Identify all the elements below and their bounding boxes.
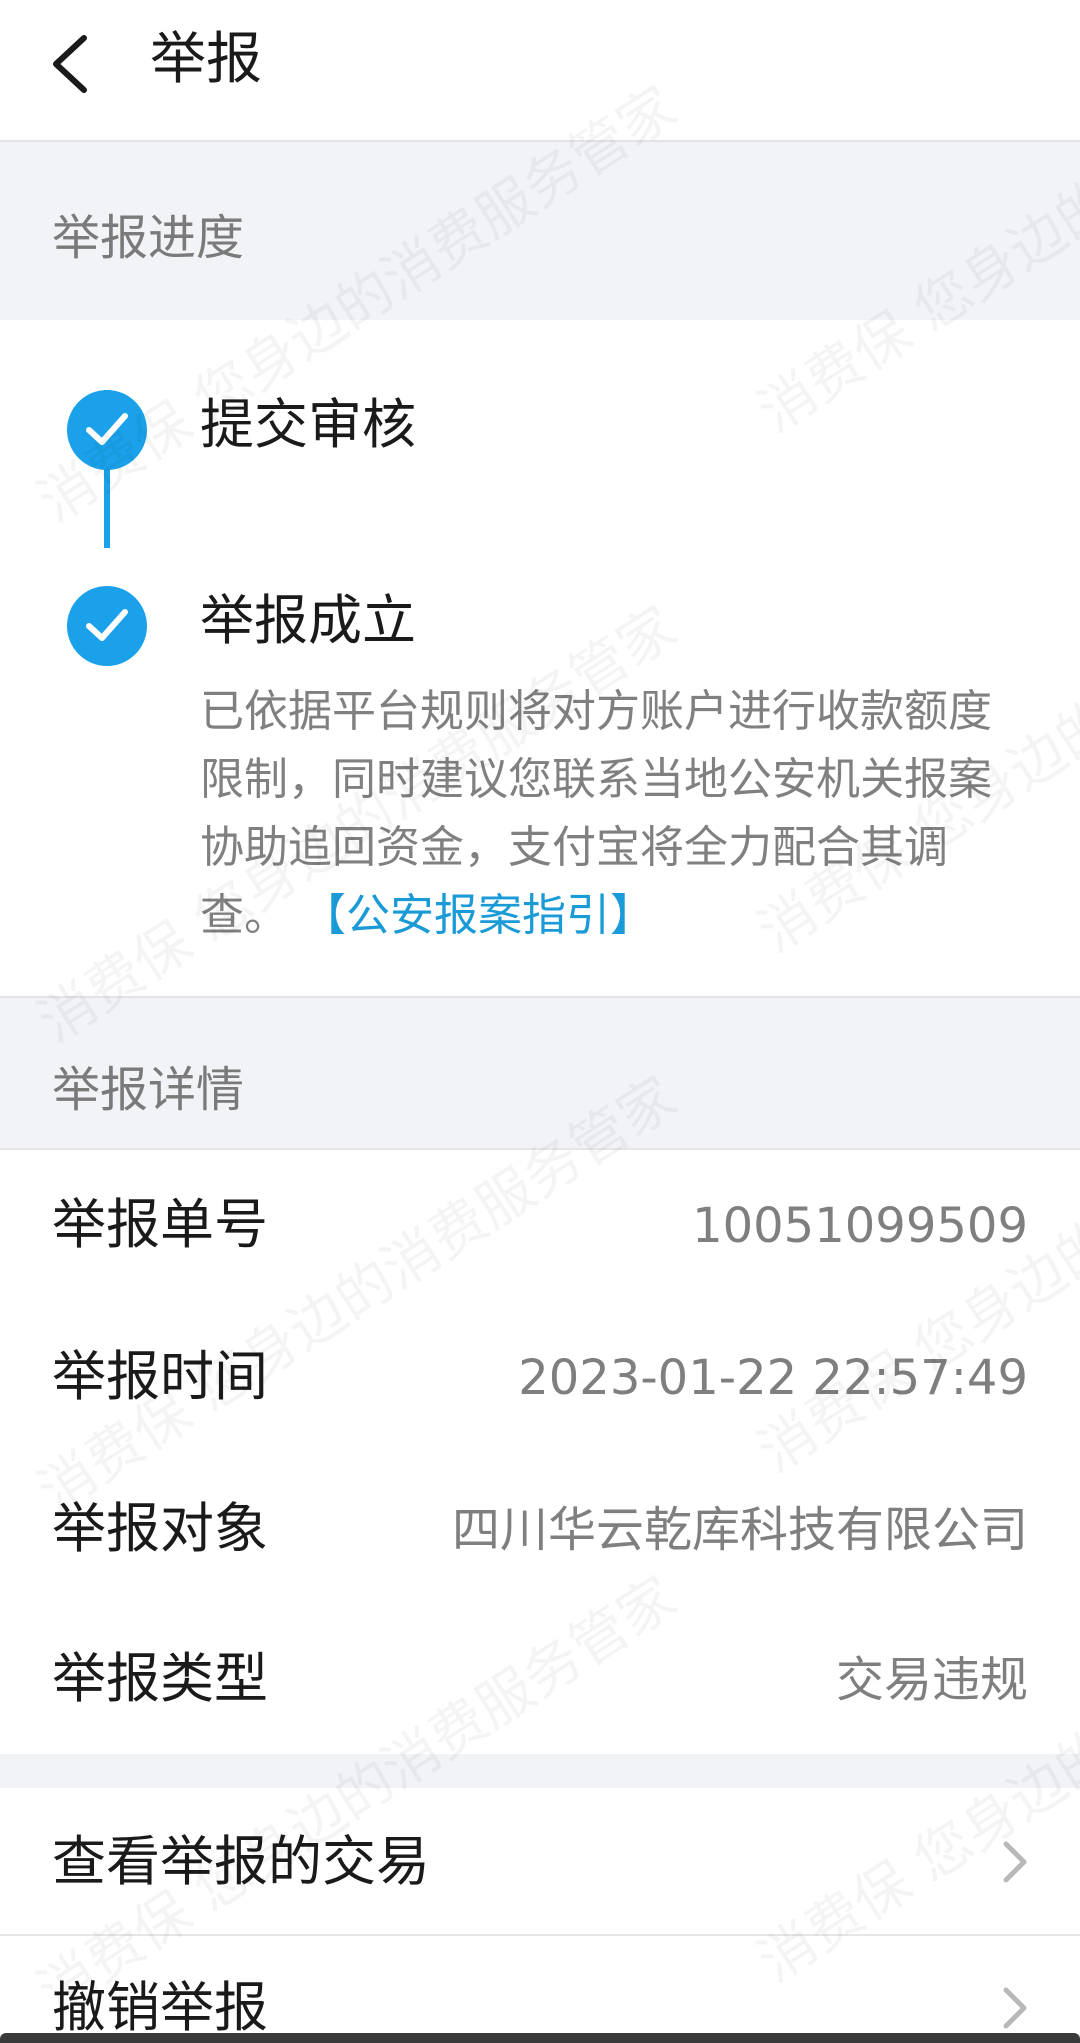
header-bar: 举报 xyxy=(0,0,1080,142)
progress-heading: 举报进度 xyxy=(52,210,245,266)
check-icon xyxy=(86,413,128,445)
row-value: 2023-01-22 22:57:49 xyxy=(518,1350,1028,1406)
chevron-right-icon xyxy=(1003,1987,1027,2029)
row-label: 举报时间 xyxy=(52,1345,268,1408)
view-reported-transaction-item[interactable]: 查看举报的交易 xyxy=(0,1790,1080,1934)
detail-row-type: 举报类型 交易违规 xyxy=(0,1604,1080,1754)
details-panel: 举报单号 10051099509 举报时间 2023-01-22 22:57:4… xyxy=(0,1148,1080,1756)
step-label-submit: 提交审核 xyxy=(200,393,416,456)
chevron-right-icon xyxy=(1003,1841,1027,1883)
detail-row-target: 举报对象 四川华云乾库科技有限公司 xyxy=(0,1454,1080,1604)
step-description: 已依据平台规则将对方账户进行收款额度限制，同时建议您联系当地公安机关报案协助追回… xyxy=(200,678,1020,950)
back-button[interactable] xyxy=(40,22,110,106)
step-complete-badge xyxy=(67,390,147,470)
detail-row-number: 举报单号 10051099509 xyxy=(0,1150,1080,1300)
section-spacer xyxy=(0,1754,1080,1788)
progress-panel: 提交审核 举报成立 已依据平台规则将对方账户进行收款额度限制，同时建议您联系当地… xyxy=(0,320,1080,998)
row-value: 四川华云乾库科技有限公司 xyxy=(451,1502,1028,1558)
row-label: 举报类型 xyxy=(52,1647,268,1710)
withdraw-report-item[interactable]: 撤销举报 xyxy=(0,1936,1080,2043)
check-icon xyxy=(86,609,128,641)
progress-section-header: 举报进度 xyxy=(0,142,1080,320)
step-label-established: 举报成立 xyxy=(200,589,416,652)
row-label: 举报对象 xyxy=(52,1497,268,1560)
detail-row-time: 举报时间 2023-01-22 22:57:49 xyxy=(0,1302,1080,1452)
row-value: 交易违规 xyxy=(835,1652,1028,1708)
action-label: 查看举报的交易 xyxy=(52,1830,430,1893)
police-guide-link[interactable]: 【公安报案指引】 xyxy=(302,890,654,941)
chevron-left-icon xyxy=(53,35,87,93)
page-title: 举报 xyxy=(150,27,262,92)
step-complete-badge xyxy=(67,586,147,666)
details-section-header: 举报详情 xyxy=(0,998,1080,1148)
row-label: 举报单号 xyxy=(52,1193,268,1256)
details-heading: 举报详情 xyxy=(52,1062,245,1118)
home-indicator xyxy=(0,2033,1080,2043)
row-value: 10051099509 xyxy=(692,1198,1028,1254)
